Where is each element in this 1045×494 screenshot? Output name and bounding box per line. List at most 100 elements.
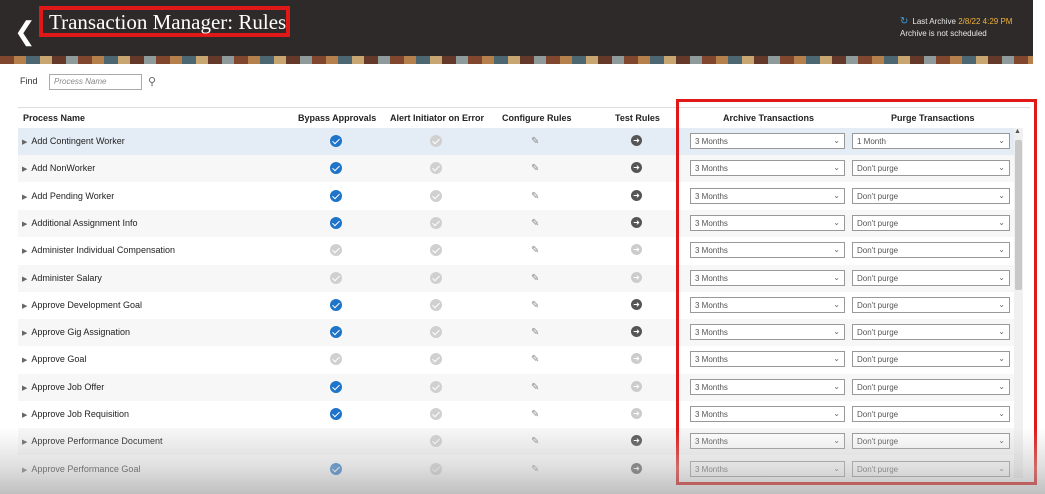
alert-initiator-check-icon[interactable]	[430, 298, 442, 311]
purge-transactions-select[interactable]: Don't purge ⌄	[852, 378, 1010, 395]
table-row[interactable]: ▶ Approve Job Offer ✎ ➜ 3 Months ⌄ Don't purge…	[18, 373, 1018, 401]
expand-triangle-icon[interactable]: ▶	[22, 439, 27, 446]
archive-transactions-select[interactable]: 3 Months ⌄	[690, 242, 845, 259]
test-rules-arrow-icon[interactable]: ➜	[631, 162, 642, 174]
bypass-approvals-check-icon[interactable]	[330, 135, 342, 147]
expand-triangle-icon[interactable]: ▶	[22, 385, 27, 392]
pencil-icon[interactable]: ✎	[531, 136, 539, 147]
expand-triangle-icon[interactable]: ▶	[22, 166, 27, 173]
pencil-icon[interactable]: ✎	[531, 300, 539, 311]
expand-triangle-icon[interactable]: ▶	[22, 194, 27, 201]
purge-transactions-select[interactable]: Don't purge ⌄	[852, 351, 1010, 368]
archive-transactions-select[interactable]: 3 Months ⌄	[690, 133, 845, 149]
archive-transactions-select[interactable]: 3 Months ⌄	[690, 378, 845, 395]
bypass-approvals-check-icon[interactable]	[330, 271, 342, 284]
pencil-icon[interactable]: ✎	[531, 218, 539, 229]
pencil-icon[interactable]: ✎	[531, 464, 539, 475]
bypass-approvals-check-icon[interactable]	[330, 408, 342, 420]
test-rules-arrow-icon[interactable]: ➜	[631, 353, 642, 365]
alert-initiator-check-icon[interactable]	[430, 189, 442, 202]
process-name-cell[interactable]: ▶ Add Contingent Worker	[22, 136, 125, 146]
test-rules-arrow-icon[interactable]: ➜	[631, 271, 642, 283]
purge-transactions-select[interactable]: Don't purge ⌄	[852, 187, 1010, 204]
pencil-icon[interactable]: ✎	[531, 245, 539, 256]
process-name-cell[interactable]: ▶ Additional Assignment Info	[22, 218, 137, 228]
test-rules-arrow-icon[interactable]: ➜	[631, 189, 642, 201]
archive-transactions-select[interactable]: 3 Months ⌄	[690, 269, 845, 286]
archive-transactions-select[interactable]: 3 Months ⌄	[690, 296, 845, 313]
process-name-cell[interactable]: ▶ Approve Development Goal	[22, 300, 142, 310]
table-row[interactable]: ▶ Approve Development Goal ✎ ➜ 3 Months ⌄ Don'…	[18, 292, 1018, 319]
bypass-approvals-check-icon[interactable]	[330, 326, 342, 339]
test-rules-arrow-icon[interactable]: ➜	[631, 326, 642, 338]
pencil-icon[interactable]: ✎	[531, 191, 539, 202]
expand-triangle-icon[interactable]: ▶	[22, 357, 27, 364]
col-header-alert-initiator[interactable]: Alert Initiator on Error	[390, 113, 484, 123]
bypass-approvals-check-icon[interactable]	[330, 216, 342, 229]
pencil-icon[interactable]: ✎	[531, 382, 539, 393]
expand-triangle-icon[interactable]: ▶	[22, 330, 27, 337]
table-row[interactable]: ▶ Approve Goal ✎ ➜ 3 Months ⌄ Don't purge ⌄	[18, 346, 1018, 373]
table-row[interactable]: ▶ Add Pending Worker ✎ ➜ 3 Months ⌄ Don't purg…	[18, 183, 1018, 210]
test-rules-arrow-icon[interactable]: ➜	[631, 135, 642, 146]
process-name-cell[interactable]: ▶ Approve Performance Document	[22, 436, 162, 446]
bypass-approvals-check-icon[interactable]	[330, 353, 342, 366]
expand-triangle-icon[interactable]: ▶	[22, 412, 27, 419]
purge-transactions-select[interactable]: Don't purge ⌄	[852, 460, 1010, 477]
test-rules-arrow-icon[interactable]: ➜	[631, 380, 642, 392]
table-row[interactable]: ▶ Approve Performance Document ✎ ➜ 3 Months ⌄…	[18, 428, 1018, 456]
purge-transactions-select[interactable]: Don't purge ⌄	[852, 324, 1010, 341]
purge-transactions-select[interactable]: Don't purge ⌄	[852, 242, 1010, 259]
col-header-purge-transactions[interactable]: Purge Transactions	[891, 113, 975, 123]
pencil-icon[interactable]: ✎	[531, 354, 539, 365]
archive-transactions-select[interactable]: 3 Months ⌄	[690, 351, 845, 368]
process-name-cell[interactable]: ▶ Approve Job Offer	[22, 382, 104, 392]
search-icon[interactable]: ⚲	[148, 75, 156, 88]
pencil-icon[interactable]: ✎	[531, 163, 539, 174]
table-row[interactable]: ▶ Approve Gig Assignation ✎ ➜ 3 Months ⌄ Don't…	[18, 319, 1018, 347]
col-header-test-rules[interactable]: Test Rules	[615, 113, 660, 123]
col-header-bypass-approvals[interactable]: Bypass Approvals	[298, 113, 376, 123]
bypass-approvals-check-icon[interactable]	[330, 189, 342, 202]
test-rules-arrow-icon[interactable]: ➜	[631, 244, 642, 256]
scrollbar-thumb[interactable]	[1015, 140, 1022, 290]
purge-transactions-select[interactable]: Don't purge ⌄	[852, 269, 1010, 286]
alert-initiator-check-icon[interactable]	[430, 271, 442, 284]
expand-triangle-icon[interactable]: ▶	[22, 467, 27, 474]
process-name-cell[interactable]: ▶ Add NonWorker	[22, 163, 95, 173]
process-name-cell[interactable]: ▶ Administer Salary	[22, 273, 102, 283]
expand-triangle-icon[interactable]: ▶	[22, 221, 27, 228]
test-rules-arrow-icon[interactable]: ➜	[631, 435, 642, 447]
purge-transactions-select[interactable]: Don't purge ⌄	[852, 406, 1010, 422]
expand-triangle-icon[interactable]: ▶	[22, 303, 27, 310]
refresh-icon[interactable]: ↻	[900, 16, 908, 27]
pencil-icon[interactable]: ✎	[531, 436, 539, 447]
alert-initiator-check-icon[interactable]	[430, 435, 442, 448]
alert-initiator-check-icon[interactable]	[430, 244, 442, 257]
col-header-configure-rules[interactable]: Configure Rules	[502, 113, 572, 123]
process-name-search-input[interactable]: Process Name	[49, 74, 142, 90]
expand-triangle-icon[interactable]: ▶	[22, 139, 27, 146]
test-rules-arrow-icon[interactable]: ➜	[631, 298, 642, 310]
bypass-approvals-check-icon[interactable]	[330, 462, 342, 475]
archive-transactions-select[interactable]: 3 Months ⌄	[690, 460, 845, 477]
archive-transactions-select[interactable]: 3 Months ⌄	[690, 433, 845, 450]
purge-transactions-select[interactable]: Don't purge ⌄	[852, 296, 1010, 313]
archive-transactions-select[interactable]: 3 Months ⌄	[690, 406, 845, 422]
process-name-cell[interactable]: ▶ Add Pending Worker	[22, 191, 114, 201]
alert-initiator-check-icon[interactable]	[430, 135, 442, 147]
back-icon[interactable]: ❮	[14, 18, 36, 44]
archive-transactions-select[interactable]: 3 Months ⌄	[690, 187, 845, 204]
alert-initiator-check-icon[interactable]	[430, 326, 442, 339]
pencil-icon[interactable]: ✎	[531, 327, 539, 338]
bypass-approvals-check-icon[interactable]	[330, 162, 342, 175]
process-name-cell[interactable]: ▶ Approve Goal	[22, 354, 86, 364]
bypass-approvals-check-icon[interactable]	[330, 298, 342, 311]
process-name-cell[interactable]: ▶ Administer Individual Compensation	[22, 245, 175, 255]
col-header-process-name[interactable]: Process Name	[23, 113, 85, 123]
table-row[interactable]: ▶ Administer Salary ✎ ➜ 3 Months ⌄ Don't purge…	[18, 264, 1018, 292]
archive-transactions-select[interactable]: 3 Months ⌄	[690, 324, 845, 341]
test-rules-arrow-icon[interactable]: ➜	[631, 462, 642, 474]
pencil-icon[interactable]: ✎	[531, 273, 539, 284]
process-name-cell[interactable]: ▶ Approve Performance Goal	[22, 464, 140, 474]
